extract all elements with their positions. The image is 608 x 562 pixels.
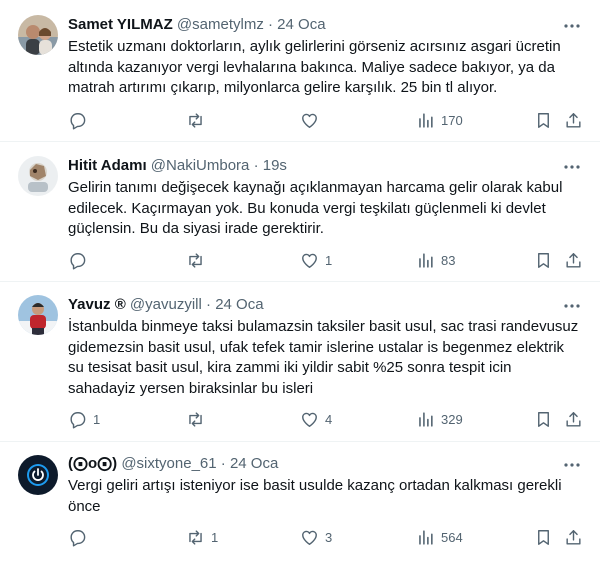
views-icon xyxy=(419,112,433,128)
views-icon xyxy=(419,411,433,427)
display-name[interactable]: Yavuz ® xyxy=(68,296,126,313)
tweet-text: Estetik uzmanı doktorların, aylık gelirl… xyxy=(68,38,561,96)
separator-dot: · xyxy=(220,455,226,472)
display-name[interactable]: Samet YILMAZ xyxy=(68,16,173,33)
tweet[interactable]: (⨀o⨀) @sixtyone_61 · 24 Oca Vergi geliri… xyxy=(0,442,600,562)
views-count: 83 xyxy=(441,252,456,268)
bookmark-icon xyxy=(538,112,549,128)
tweet-text: Vergi geliri artışı isteniyor ise basit … xyxy=(68,477,562,515)
user-handle[interactable]: @sixtyone_61 xyxy=(121,455,216,472)
like-button[interactable]: 1 xyxy=(300,250,332,270)
action-bar: 1 4 329 xyxy=(68,409,588,429)
more-icon[interactable] xyxy=(562,157,582,177)
like-button[interactable]: 3 xyxy=(300,527,332,547)
heart-icon xyxy=(302,530,317,545)
views-count: 329 xyxy=(441,411,463,427)
reply-icon xyxy=(70,112,86,130)
views-button[interactable]: 329 xyxy=(416,409,463,429)
tweet-header: (⨀o⨀) @sixtyone_61 · 24 Oca xyxy=(68,454,278,474)
bookmark-button[interactable] xyxy=(534,527,553,547)
bookmark-button[interactable] xyxy=(534,250,553,270)
views-button[interactable]: 83 xyxy=(416,250,455,270)
retweet-icon xyxy=(189,411,202,427)
action-bar: 170 xyxy=(68,110,588,130)
bookmark-icon xyxy=(538,529,549,545)
timestamp[interactable]: 24 Oca xyxy=(277,16,325,33)
like-button[interactable]: 4 xyxy=(300,409,332,429)
bookmark-button[interactable] xyxy=(534,110,553,130)
reply-icon xyxy=(70,252,86,270)
tweet-header: Samet YILMAZ @sametylmz · 24 Oca xyxy=(68,15,326,35)
retweet-icon xyxy=(189,529,202,545)
views-button[interactable]: 564 xyxy=(416,527,463,547)
retweet-icon xyxy=(189,112,202,128)
share-button[interactable] xyxy=(564,409,583,429)
reply-count: 1 xyxy=(93,411,101,427)
share-button[interactable] xyxy=(564,110,583,130)
avatar[interactable] xyxy=(18,15,58,55)
display-name[interactable]: (⨀o⨀) xyxy=(68,455,117,472)
more-icon[interactable] xyxy=(562,455,582,475)
timestamp[interactable]: 19s xyxy=(263,157,287,174)
tweet[interactable]: Hitit Adamı @NakiUmbora · 19s Gelirin ta… xyxy=(0,142,600,282)
timestamp[interactable]: 24 Oca xyxy=(230,455,278,472)
bookmark-icon xyxy=(538,411,549,427)
retweet-button[interactable] xyxy=(186,110,211,130)
bookmark-button[interactable] xyxy=(534,409,553,429)
views-count: 564 xyxy=(441,529,463,545)
retweet-button[interactable] xyxy=(186,250,211,270)
tweet-text: İstanbulda binmeye taksi bulamazsin taks… xyxy=(68,318,579,397)
tweet-header: Yavuz ® @yavuzyill · 24 Oca xyxy=(68,295,264,315)
like-count: 1 xyxy=(325,252,333,268)
share-button[interactable] xyxy=(564,250,583,270)
retweet-count: 1 xyxy=(211,529,219,545)
reply-button[interactable] xyxy=(68,527,93,547)
tweet[interactable]: Samet YILMAZ @sametylmz · 24 Oca Estetik… xyxy=(0,0,600,142)
heart-icon xyxy=(302,253,317,268)
heart-icon xyxy=(302,113,317,128)
tweet[interactable]: Yavuz ® @yavuzyill · 24 Oca İstanbulda b… xyxy=(0,282,600,442)
views-icon xyxy=(419,252,433,268)
views-icon xyxy=(419,529,433,545)
timestamp[interactable]: 24 Oca xyxy=(215,296,263,313)
action-bar: 1 3 564 xyxy=(68,527,588,547)
views-button[interactable]: 170 xyxy=(416,110,463,130)
avatar[interactable] xyxy=(18,156,58,196)
avatar[interactable] xyxy=(18,295,58,335)
user-handle[interactable]: @NakiUmbora xyxy=(151,157,250,174)
like-button[interactable] xyxy=(300,110,325,130)
reply-icon xyxy=(70,411,86,429)
share-button[interactable] xyxy=(564,527,583,547)
tweet-header: Hitit Adamı @NakiUmbora · 19s xyxy=(68,156,287,176)
views-count: 170 xyxy=(441,112,463,128)
share-icon xyxy=(566,529,581,545)
share-icon xyxy=(566,112,581,128)
retweet-button[interactable] xyxy=(186,409,211,429)
more-icon[interactable] xyxy=(562,16,582,36)
like-count: 4 xyxy=(325,411,333,427)
avatar[interactable] xyxy=(18,455,58,495)
user-handle[interactable]: @sametylmz xyxy=(177,16,264,33)
retweet-button[interactable]: 1 xyxy=(186,527,218,547)
reply-button[interactable] xyxy=(68,110,93,130)
reply-icon xyxy=(70,529,86,547)
display-name[interactable]: Hitit Adamı xyxy=(68,157,147,174)
separator-dot: · xyxy=(253,157,259,174)
bookmark-icon xyxy=(538,252,549,268)
tweet-text: Gelirin tanımı değişecek kaynağı açıklan… xyxy=(68,179,563,237)
more-icon[interactable] xyxy=(562,296,582,316)
user-handle[interactable]: @yavuzyill xyxy=(130,296,202,313)
separator-dot: · xyxy=(268,16,273,33)
reply-button[interactable]: 1 xyxy=(68,409,100,429)
heart-icon xyxy=(302,412,317,427)
action-bar: 1 83 xyxy=(68,250,588,270)
like-count: 3 xyxy=(325,529,333,545)
reply-button[interactable] xyxy=(68,250,93,270)
retweet-icon xyxy=(189,252,202,268)
share-icon xyxy=(566,411,581,427)
share-icon xyxy=(566,252,581,268)
separator-dot: · xyxy=(206,296,212,313)
